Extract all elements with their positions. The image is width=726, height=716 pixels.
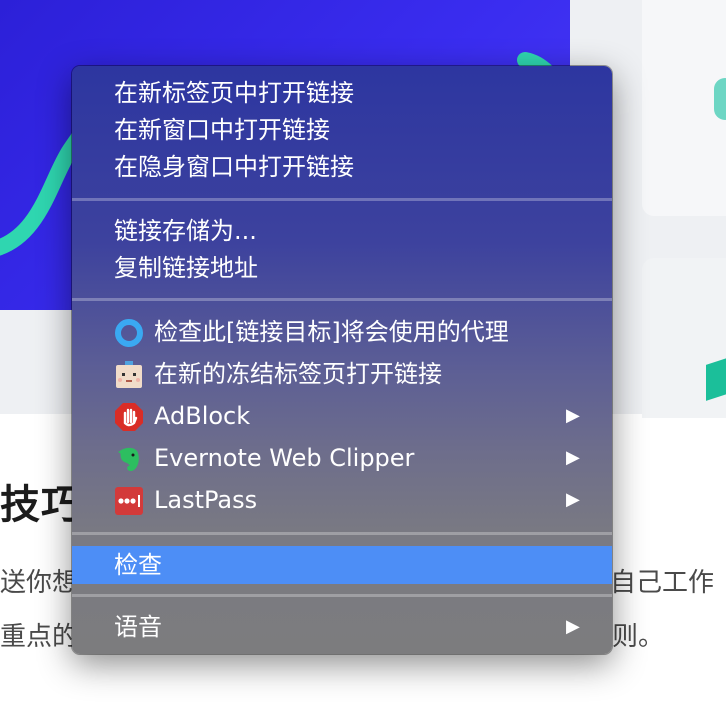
- menu-item-inspect[interactable]: 检查: [72, 546, 612, 584]
- menu-item-label: Evernote Web Clipper: [154, 444, 415, 472]
- chevron-right-icon: ▶: [566, 616, 580, 637]
- menu-item-copy-link-address[interactable]: 复制链接地址: [72, 249, 612, 287]
- menu-item-label: 复制链接地址: [114, 254, 258, 282]
- chevron-right-icon: ▶: [566, 447, 580, 468]
- article-text-line1-right: 自己工作: [610, 568, 715, 598]
- menu-item-label: LastPass: [154, 486, 258, 514]
- menu-item-speech[interactable]: 语音 ▶: [72, 608, 612, 646]
- menu-item-label: 检查: [114, 551, 162, 579]
- menu-separator: [72, 298, 612, 301]
- menu-item-open-frozen-tab[interactable]: 在新的冻结标签页打开链接: [72, 355, 612, 393]
- article-text-line1-left: 送你想: [0, 568, 79, 598]
- menu-item-evernote[interactable]: Evernote Web Clipper ▶: [72, 439, 612, 477]
- context-menu: 在新标签页中打开链接 在新窗口中打开链接 在隐身窗口中打开链接 链接存储为...…: [72, 66, 612, 654]
- menu-item-label: 在新窗口中打开链接: [114, 116, 330, 144]
- chevron-right-icon: ▶: [566, 405, 580, 426]
- menu-separator: [72, 532, 612, 535]
- menu-item-open-new-window[interactable]: 在新窗口中打开链接: [72, 111, 612, 149]
- menu-item-check-proxy[interactable]: 检查此[链接目标]将会使用的代理: [72, 313, 612, 351]
- lastpass-dots-icon: [114, 486, 144, 516]
- frozen-tab-face-icon: [114, 360, 144, 390]
- side-card-decoration: [714, 78, 726, 120]
- menu-item-label: 链接存储为...: [114, 217, 257, 245]
- menu-item-label: 在新标签页中打开链接: [114, 79, 354, 107]
- article-heading: 技巧: [0, 482, 82, 528]
- menu-separator: [72, 198, 612, 201]
- menu-item-label: 检查此[链接目标]将会使用的代理: [154, 318, 509, 346]
- menu-item-lastpass[interactable]: LastPass ▶: [72, 481, 612, 519]
- proxy-ring-icon: [114, 318, 144, 348]
- menu-item-label: AdBlock: [154, 402, 251, 430]
- evernote-elephant-icon: [114, 444, 144, 474]
- menu-item-adblock[interactable]: AdBlock ▶: [72, 397, 612, 435]
- menu-item-open-incognito[interactable]: 在隐身窗口中打开链接: [72, 148, 612, 186]
- article-text-line2-right: 则。: [612, 622, 665, 652]
- menu-separator: [72, 594, 612, 597]
- chevron-right-icon: ▶: [566, 489, 580, 510]
- menu-item-label: 在新的冻结标签页打开链接: [154, 360, 442, 388]
- menu-item-save-link-as[interactable]: 链接存储为...: [72, 212, 612, 250]
- menu-item-open-new-tab[interactable]: 在新标签页中打开链接: [72, 74, 612, 112]
- adblock-hand-icon: [114, 402, 144, 432]
- menu-item-label: 在隐身窗口中打开链接: [114, 153, 354, 181]
- article-text-line2-left: 重点的: [0, 622, 79, 652]
- menu-item-label: 语音: [114, 613, 162, 641]
